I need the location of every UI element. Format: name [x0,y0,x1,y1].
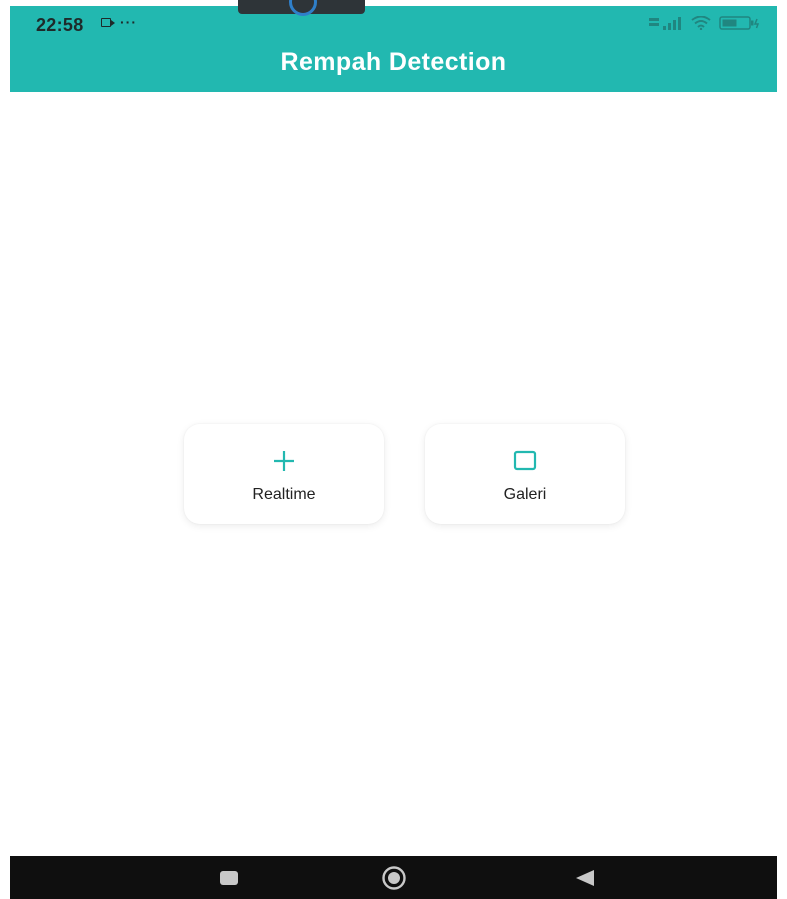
back-icon [576,869,594,886]
status-bar: 22:58 ··· [10,6,777,42]
status-time: 22:58 [36,15,84,35]
app-title: Rempah Detection [280,48,507,76]
wifi-icon [691,16,711,30]
realtime-button[interactable]: Realtime [184,424,384,524]
app-header: 22:58 ··· Rempah Detection [10,6,777,92]
camera-lens-icon [289,0,317,16]
galeri-button[interactable]: Galeri [425,424,625,524]
battery-icon [719,16,760,30]
signal-icon [649,17,681,30]
more-icon: ··· [120,14,137,30]
recent-apps-icon [220,870,238,885]
status-icons-right [649,16,763,30]
video-icon [101,17,115,27]
back-button[interactable] [555,856,615,899]
status-icons-left: ··· [101,14,137,30]
galeri-label: Galeri [503,486,547,503]
home-button[interactable] [364,856,424,899]
camera-notch [238,0,365,16]
recent-apps-button[interactable] [199,856,259,899]
plus-icon [274,451,294,471]
phone-screen: 22:58 ··· Rempah Detection Realtime Gale… [10,0,777,899]
realtime-label: Realtime [252,486,316,503]
square-icon [513,450,537,471]
home-icon [382,865,406,890]
navigation-bar [10,856,777,899]
